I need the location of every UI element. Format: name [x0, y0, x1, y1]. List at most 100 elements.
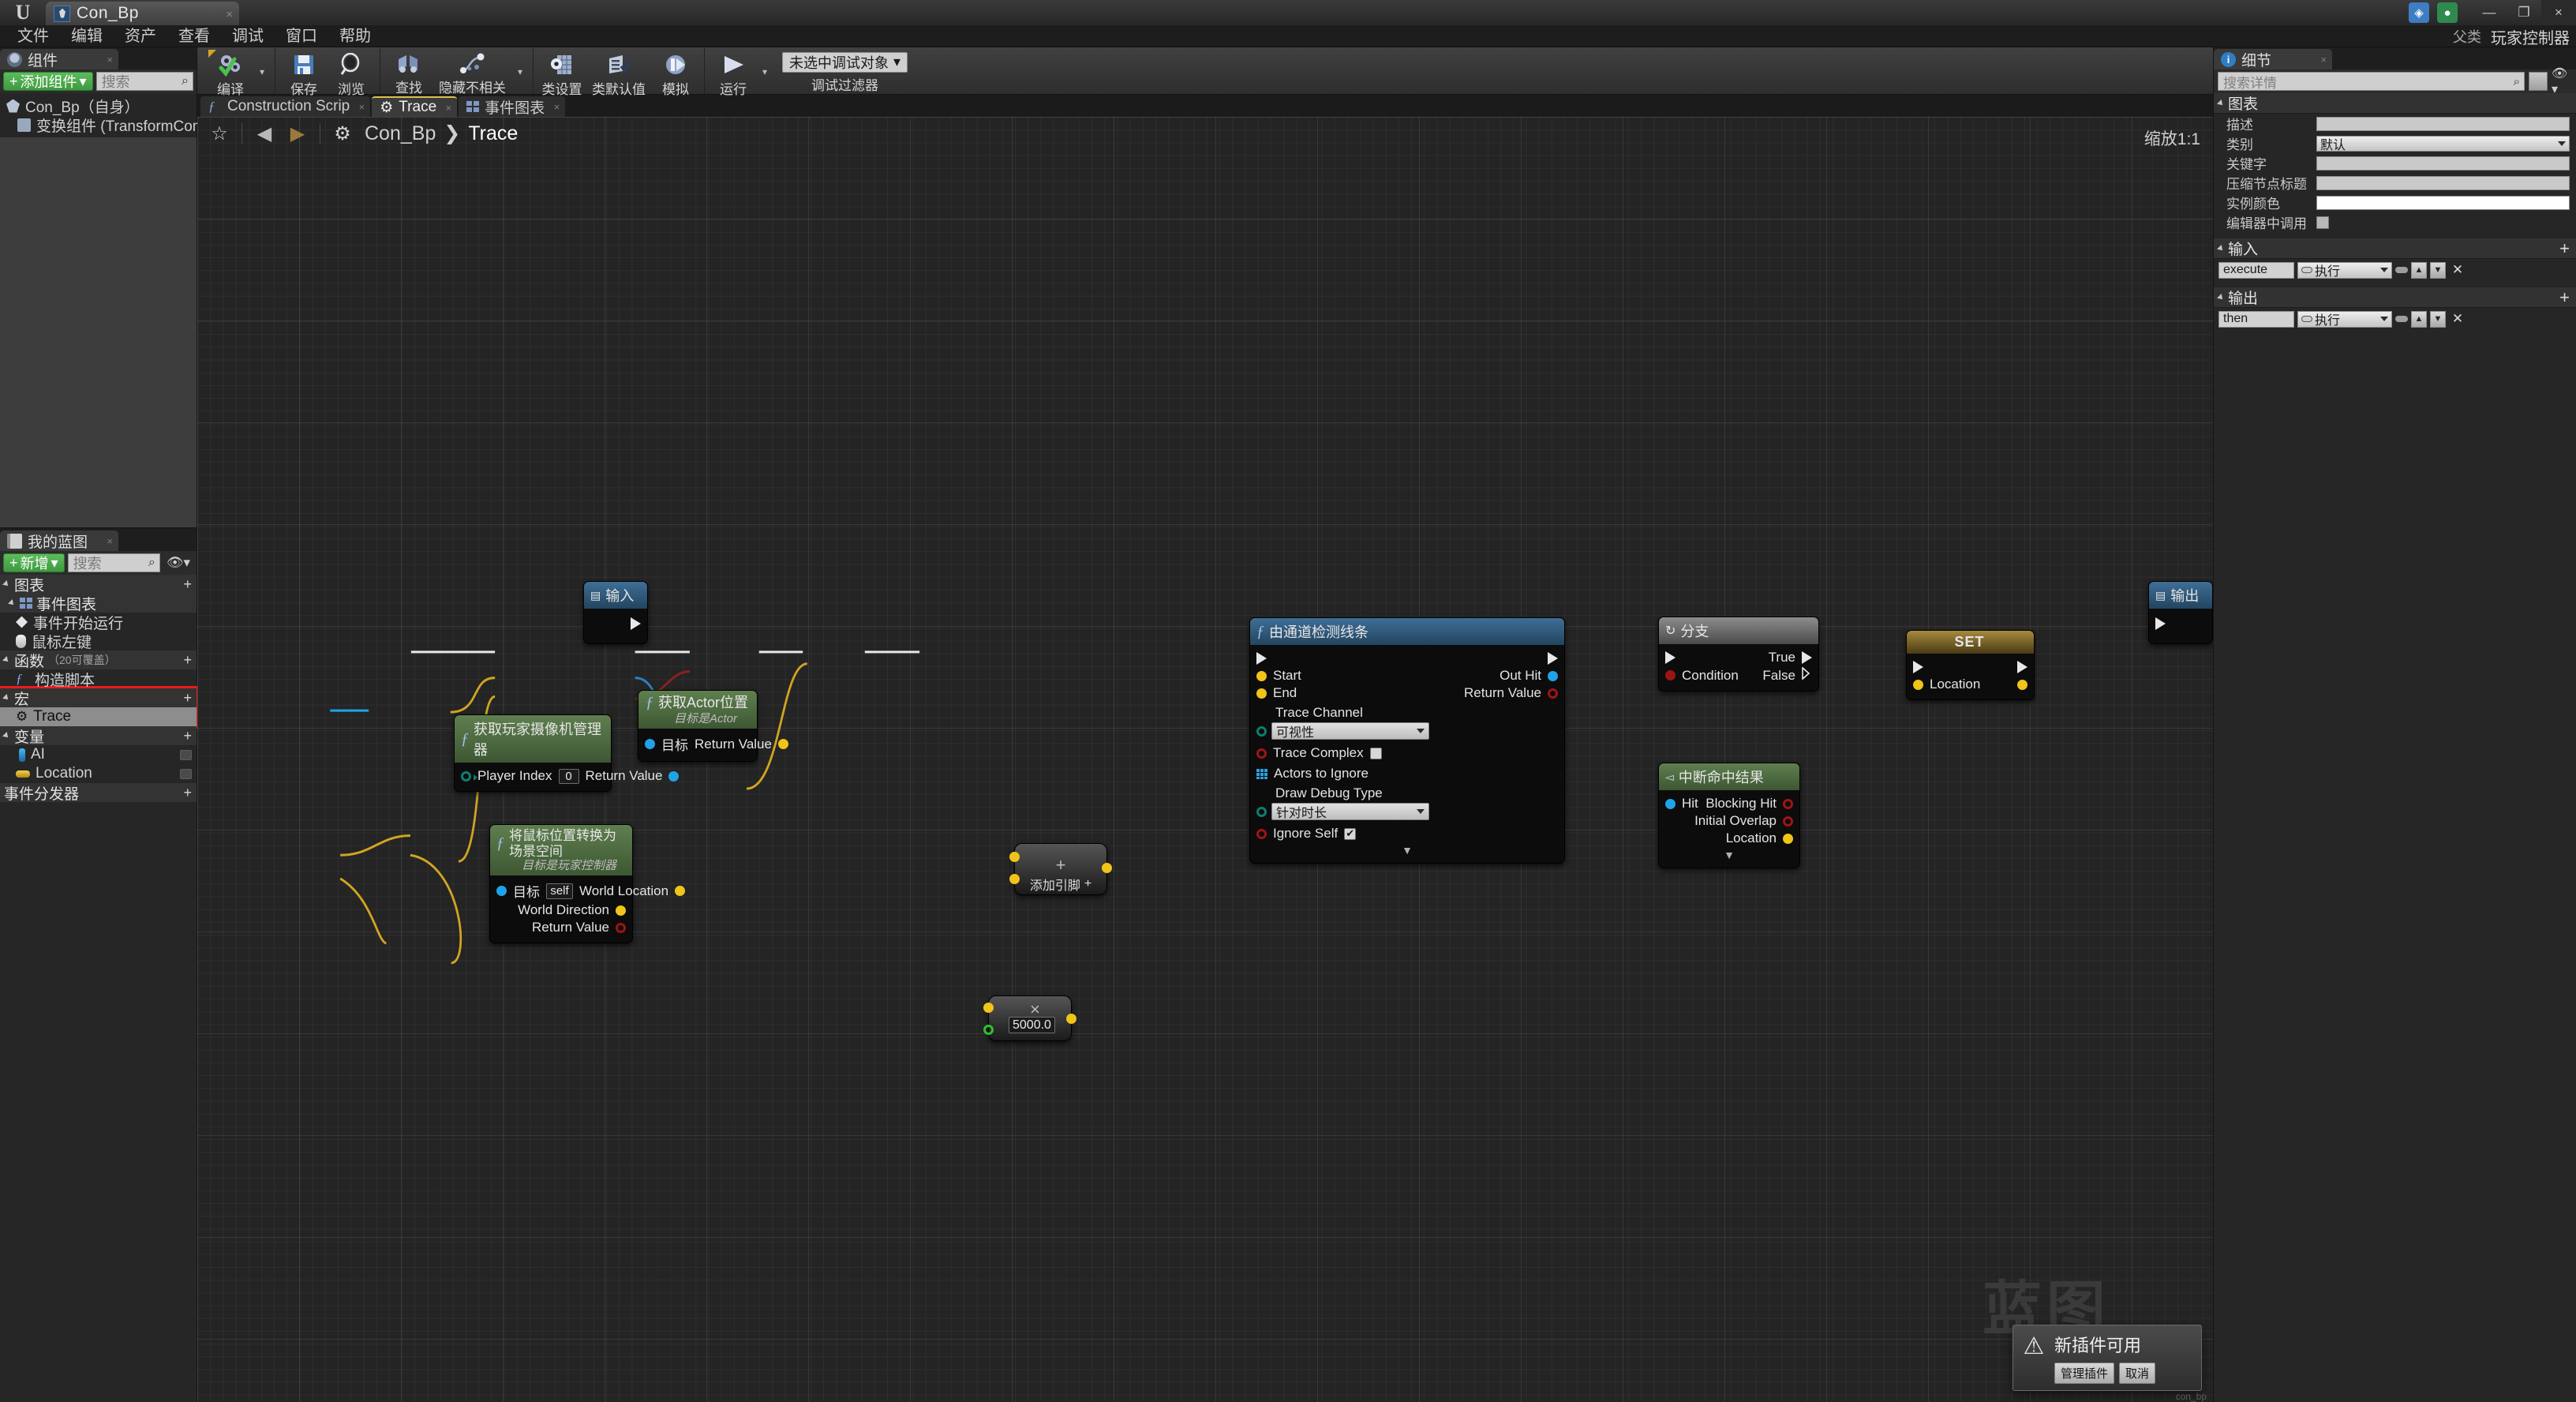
- chevron-down-icon[interactable]: ▾: [514, 50, 526, 94]
- close-window-button[interactable]: ×: [2541, 0, 2576, 25]
- account-icon[interactable]: ●: [2437, 2, 2458, 23]
- details-section-outputs[interactable]: 输出 +: [2214, 287, 2576, 308]
- visibility-toggle[interactable]: [180, 749, 192, 760]
- call-in-editor-checkbox[interactable]: [2316, 216, 2329, 229]
- marketplace-icon[interactable]: ◈: [2409, 2, 2429, 23]
- trace-complex-checkbox[interactable]: [1369, 747, 1382, 759]
- move-down-button[interactable]: ▼: [2430, 310, 2446, 328]
- array-pin-icon[interactable]: [1256, 768, 1267, 779]
- macro-item-trace[interactable]: ⚙ Trace: [0, 707, 197, 726]
- input-pin-name-field[interactable]: execute: [2218, 261, 2294, 279]
- pin-row-target[interactable]: 目标 self World Location: [490, 880, 686, 902]
- pin-row-world-direction[interactable]: World Direction: [490, 902, 632, 919]
- compile-button[interactable]: 编译: [208, 49, 253, 97]
- return-value-out-pin[interactable]: [1548, 688, 1558, 699]
- manage-plugins-button[interactable]: 管理插件: [2054, 1363, 2115, 1384]
- class-defaults-button[interactable]: 类默认值: [587, 50, 650, 97]
- plus-icon[interactable]: +: [1084, 877, 1091, 891]
- add-input-a-pin[interactable]: [1009, 852, 1020, 862]
- menu-item-file[interactable]: 文件: [6, 25, 60, 47]
- exec-in-pin[interactable]: [1913, 661, 1923, 673]
- condition-in-pin[interactable]: [1665, 670, 1676, 680]
- move-down-button[interactable]: ▼: [2430, 261, 2446, 279]
- target-in-pin[interactable]: [496, 886, 507, 897]
- ignore-self-in-pin[interactable]: [1256, 828, 1267, 839]
- add-new-button[interactable]: + 新增 ▾: [3, 553, 65, 572]
- forward-icon[interactable]: ▶: [286, 122, 309, 144]
- add-dispatcher-button[interactable]: +: [183, 785, 192, 801]
- multiply-input-a-pin[interactable]: [983, 1003, 994, 1013]
- start-in-pin[interactable]: [1256, 670, 1267, 681]
- hide-unrelated-button[interactable]: 隐藏不相关: [434, 50, 511, 96]
- category-select[interactable]: 默认: [2316, 135, 2570, 152]
- menu-item-view[interactable]: 查看: [167, 25, 221, 47]
- visibility-toggle[interactable]: [180, 768, 192, 779]
- location-out-pin[interactable]: [2017, 679, 2027, 690]
- pin-row-initial-overlap[interactable]: Initial Overlap: [1659, 812, 1799, 830]
- close-icon[interactable]: ×: [554, 101, 560, 113]
- favorite-star-icon[interactable]: ☆: [208, 122, 230, 144]
- node-expander[interactable]: ▼: [1250, 842, 1564, 857]
- variable-item-ai[interactable]: AI: [0, 745, 197, 764]
- my-blueprint-search-input[interactable]: 搜索 ⌕: [67, 553, 160, 572]
- tab-details[interactable]: i 细节 ×: [2214, 49, 2332, 69]
- keywords-field[interactable]: [2316, 156, 2570, 171]
- back-icon[interactable]: ◀: [253, 122, 275, 144]
- exec-out-pin[interactable]: [1548, 652, 1558, 665]
- pin-row-actors-to-ignore[interactable]: Actors to Ignore: [1250, 765, 1564, 782]
- output-pin-type-select[interactable]: 执行: [2297, 310, 2392, 328]
- exec-out-pin[interactable]: [2017, 661, 2027, 673]
- function-item-construction-script[interactable]: ƒ 构造脚本: [0, 669, 197, 689]
- player-index-value[interactable]: 0: [558, 768, 579, 784]
- node-line-trace-by-channel[interactable]: ƒ 由通道检测线条 Start Out Hit End Return Value…: [1249, 617, 1565, 864]
- location-out-pin[interactable]: [1783, 833, 1793, 844]
- save-button[interactable]: 保存: [282, 50, 326, 97]
- eye-icon[interactable]: 👁▾: [2552, 67, 2572, 96]
- end-in-pin[interactable]: [1256, 688, 1267, 699]
- class-settings-button[interactable]: 类设置: [540, 50, 584, 97]
- category-event-graph[interactable]: 事件图表: [0, 594, 197, 613]
- container-type-button[interactable]: [2395, 267, 2408, 273]
- add-input-pin-button[interactable]: +: [2559, 239, 2570, 257]
- category-event-dispatchers[interactable]: 事件分发器 +: [0, 783, 197, 803]
- trace-channel-in-pin[interactable]: [1256, 725, 1267, 737]
- return-value-out-pin[interactable]: [668, 770, 680, 782]
- pin-row-trace-complex[interactable]: Trace Complex: [1250, 744, 1564, 762]
- node-branch[interactable]: ↻ 分支 True Condition False: [1658, 617, 1819, 692]
- tab-trace[interactable]: ⚙ Trace ×: [372, 96, 458, 117]
- player-index-in-pin[interactable]: [461, 770, 471, 782]
- components-search-input[interactable]: 搜索 ⌕: [95, 72, 193, 91]
- parent-class-name[interactable]: 玩家控制器: [2491, 25, 2570, 48]
- pin-row-location[interactable]: Location: [1907, 676, 2034, 693]
- plugin-notification-toast[interactable]: ⚠ 新插件可用 管理插件 取消: [2012, 1325, 2202, 1391]
- return-value-out-pin[interactable]: [616, 922, 626, 933]
- pin-row-exec[interactable]: [1250, 650, 1564, 667]
- asset-tab-con-bp[interactable]: Con_Bp ×: [46, 2, 239, 25]
- pin-row-target[interactable]: 目标 Return Value: [638, 733, 788, 755]
- pin-row-player-index[interactable]: Player Index 0 Return Value: [455, 767, 680, 785]
- add-component-button[interactable]: + 添加组件 ▾: [3, 72, 93, 91]
- play-button[interactable]: 运行: [711, 50, 755, 97]
- true-exec-out-pin[interactable]: [1802, 651, 1812, 664]
- add-pin-row[interactable]: 添加引脚 +: [1030, 875, 1091, 894]
- simulate-button[interactable]: 模拟: [653, 50, 698, 97]
- tab-event-graph[interactable]: 事件图表 ×: [459, 96, 566, 117]
- world-location-out-pin[interactable]: [675, 886, 686, 897]
- node-expander[interactable]: ▼: [1659, 847, 1799, 861]
- pin-row-ignore-self[interactable]: Ignore Self ✔: [1250, 825, 1564, 842]
- dismiss-button[interactable]: 取消: [2119, 1363, 2156, 1384]
- compact-node-title-field[interactable]: [2316, 175, 2570, 190]
- node-add[interactable]: + 添加引脚 +: [1009, 843, 1112, 895]
- node-get-player-camera-manager[interactable]: ƒ 获取玩家摄像机管理器 Player Index 0 Return Value: [454, 714, 680, 792]
- node-get-actor-location[interactable]: ƒ 获取Actor位置 目标是Actor 目标 Return Value: [638, 690, 788, 763]
- remove-pin-button[interactable]: ✕: [2449, 262, 2466, 279]
- pin-row-location[interactable]: Location: [1659, 830, 1799, 847]
- menu-item-window[interactable]: 窗口: [275, 25, 328, 47]
- output-pin-name-field[interactable]: then: [2218, 310, 2294, 328]
- add-input-b-pin[interactable]: [1009, 874, 1020, 884]
- pin-row-exec-in[interactable]: [2149, 615, 2212, 632]
- exec-in-pin[interactable]: [1665, 651, 1676, 664]
- hit-in-pin[interactable]: [1665, 798, 1676, 809]
- false-exec-out-pin[interactable]: [1802, 666, 1812, 684]
- move-up-button[interactable]: ▲: [2411, 310, 2427, 328]
